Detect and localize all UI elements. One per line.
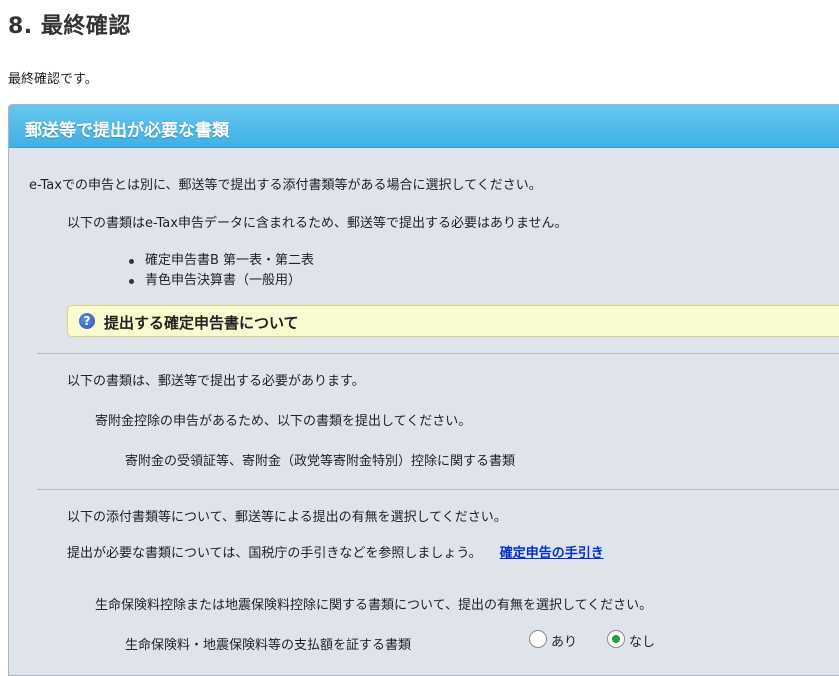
insurance-doc-label: 生命保険料・地震保険料等の支払額を証する書類 bbox=[125, 638, 412, 653]
required-document: 寄附金の受領証等、寄附金（政党等寄附金特別）控除に関する書類 bbox=[125, 454, 516, 469]
required-heading: 以下の書類は、郵送等で提出する必要があります。 bbox=[67, 374, 365, 389]
intro-text: 最終確認です。 bbox=[8, 72, 98, 87]
radio-yes-label: あり bbox=[551, 635, 578, 650]
list-item: 確定申告書B 第一表・第二表 bbox=[127, 251, 314, 271]
divider bbox=[37, 353, 839, 354]
divider bbox=[37, 489, 839, 490]
page-title: 8. 最終確認 bbox=[8, 14, 131, 39]
guide-text: 提出が必要な書類については、国税庁の手引きなどを参照しましょう。 bbox=[67, 546, 482, 561]
help-expander-label: 提出する確定申告書について bbox=[104, 314, 299, 332]
list-item: 青色申告決算書（一般用） bbox=[127, 271, 314, 291]
panel-lead-text: e-Taxでの申告とは別に、郵送等で提出する添付書類等がある場合に選択してくださ… bbox=[29, 178, 542, 193]
guide-link[interactable]: 確定申告の手引き bbox=[500, 546, 604, 561]
help-expander[interactable]: ? 提出する確定申告書について bbox=[67, 305, 839, 337]
radio-yes[interactable]: あり bbox=[529, 630, 581, 650]
required-reason: 寄附金控除の申告があるため、以下の書類を提出してください。 bbox=[95, 414, 472, 429]
insurance-question: 生命保険料控除または地震保険料控除に関する書類について、提出の有無を選択してくだ… bbox=[95, 598, 653, 613]
radio-yes-circle bbox=[529, 630, 547, 648]
required-documents-panel: 郵送等で提出が必要な書類 e-Taxでの申告とは別に、郵送等で提出する添付書類等… bbox=[8, 104, 839, 676]
panel-header: 郵送等で提出が必要な書類 bbox=[9, 105, 839, 148]
included-note: 以下の書類はe-Tax申告データに含まれるため、郵送等で提出する必要はありません… bbox=[67, 216, 568, 231]
guide-text-row: 提出が必要な書類については、国税庁の手引きなどを参照しましょう。 確定申告の手引… bbox=[67, 542, 604, 561]
radio-no[interactable]: なし bbox=[607, 630, 659, 650]
attachment-heading: 以下の添付書類等について、郵送等による提出の有無を選択してください。 bbox=[67, 510, 507, 525]
panel-title: 郵送等で提出が必要な書類 bbox=[25, 121, 229, 141]
question-icon: ? bbox=[79, 313, 95, 329]
radio-no-label: なし bbox=[629, 635, 656, 650]
radio-no-circle bbox=[607, 630, 625, 648]
included-documents-list: 確定申告書B 第一表・第二表 青色申告決算書（一般用） bbox=[127, 251, 314, 291]
